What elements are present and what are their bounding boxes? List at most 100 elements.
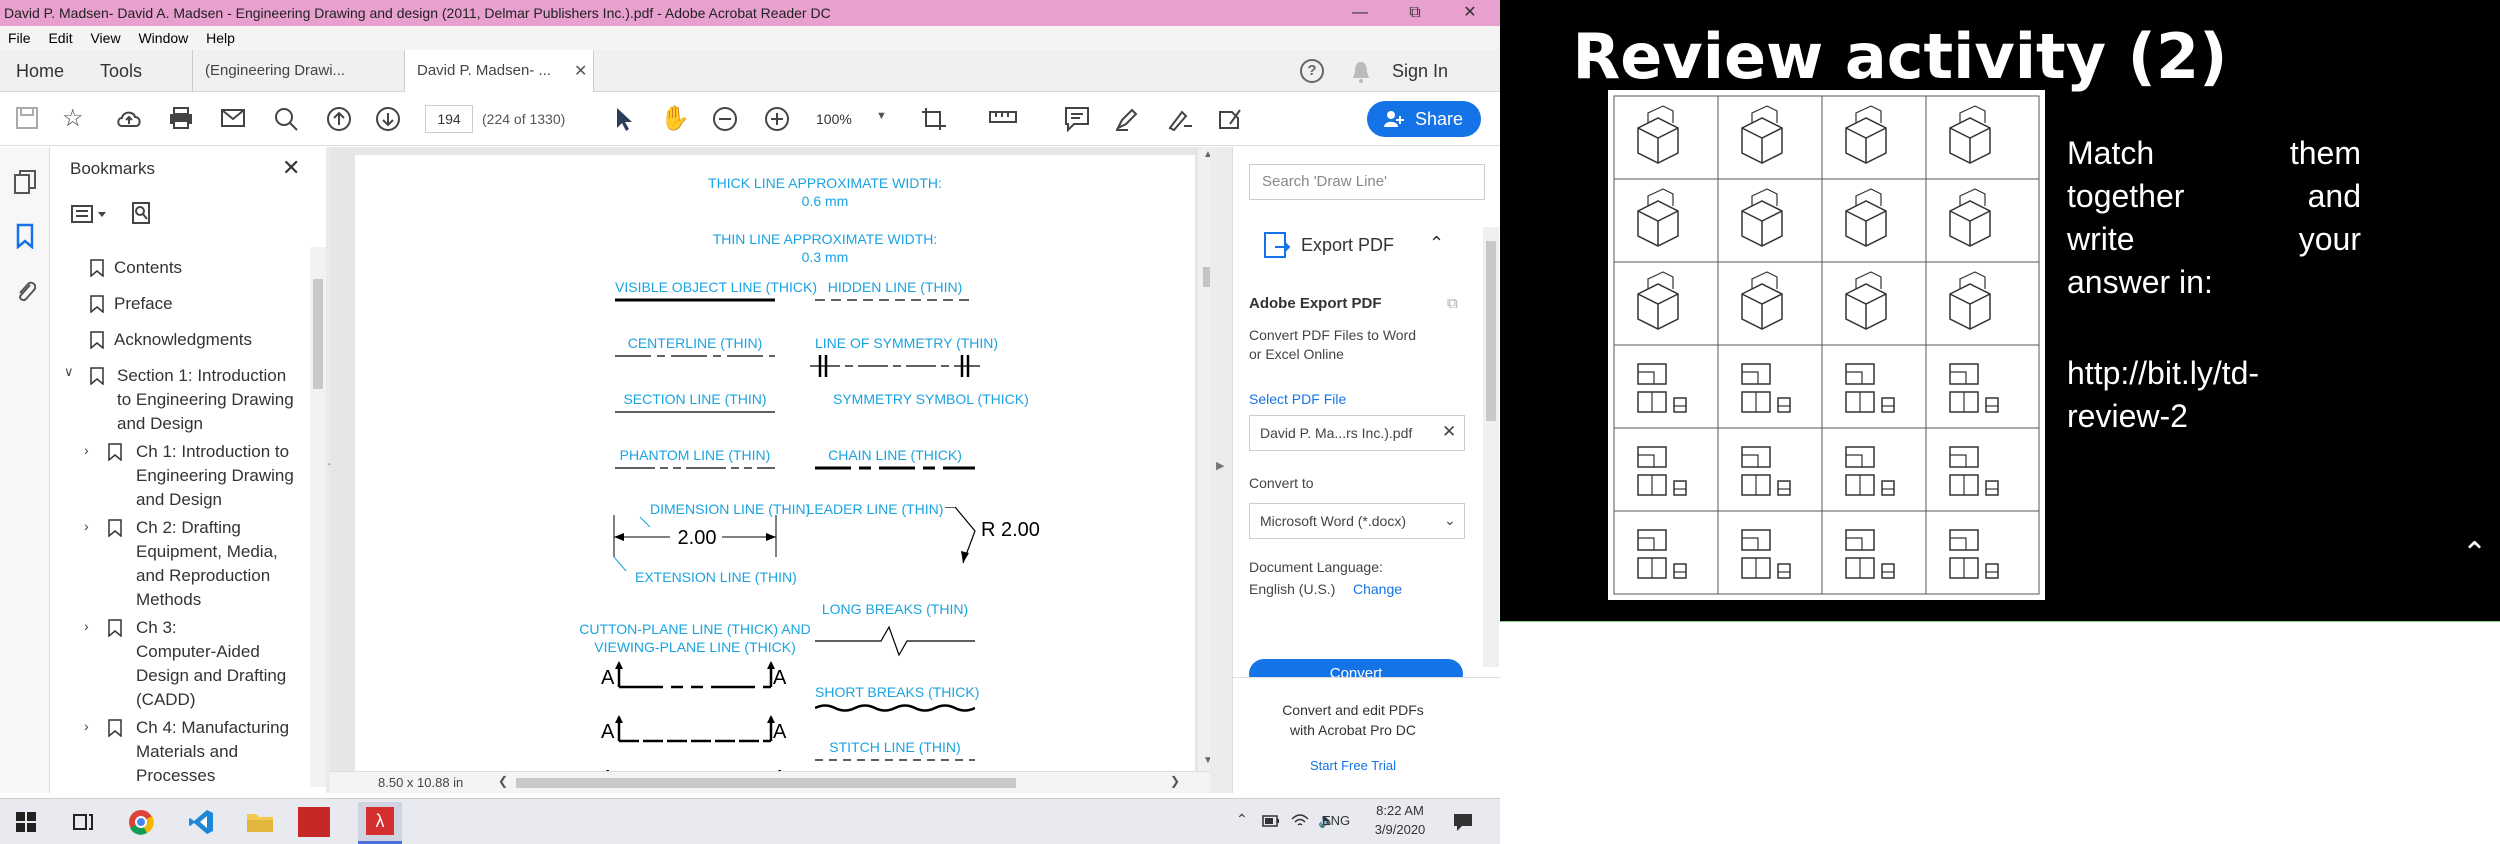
clock-date[interactable]: 3/9/2020 — [1370, 822, 1430, 837]
crop-page-icon[interactable] — [920, 106, 952, 132]
measure-icon[interactable] — [988, 109, 1018, 129]
attachment-icon[interactable] — [14, 277, 36, 303]
bookmark-star-icon[interactable]: ☆ — [62, 104, 84, 134]
tools-search-input[interactable]: Search 'Draw Line' — [1249, 164, 1485, 200]
save-icon[interactable] — [15, 106, 39, 130]
thick-line-width-value: 0.6 mm — [801, 193, 849, 209]
zoom-search-icon[interactable] — [273, 106, 299, 132]
email-icon[interactable] — [220, 108, 246, 128]
menu-help[interactable]: Help — [206, 30, 235, 46]
bookmark-ch4[interactable]: Ch 4: Manufacturing — [136, 716, 289, 740]
menu-file[interactable]: File — [8, 30, 31, 46]
clock-time[interactable]: 8:22 AM — [1370, 803, 1430, 818]
bookmark-contents[interactable]: Contents — [114, 256, 182, 280]
comment-icon[interactable] — [1064, 106, 1090, 132]
minimize-icon[interactable]: — — [1340, 0, 1380, 26]
upload-cloud-icon[interactable] — [115, 106, 143, 130]
zoom-dropdown-icon[interactable]: ▼ — [876, 110, 887, 122]
task-view-icon[interactable] — [72, 812, 94, 832]
bookmark-ch1[interactable]: Ch 1: Introduction to — [136, 440, 289, 464]
draw-sign-icon[interactable] — [1166, 106, 1194, 132]
selected-file-field[interactable]: David P. Ma...rs Inc.).pdf ✕ — [1249, 415, 1465, 451]
tray-chevron-icon[interactable]: ⌃ — [1236, 811, 1248, 828]
format-select[interactable]: Microsoft Word (*.docx) ⌄ — [1249, 503, 1465, 539]
menu-window[interactable]: Window — [138, 30, 188, 46]
bookmark-section-1[interactable]: Section 1: Introduction — [117, 364, 286, 388]
bookmark-options-icon[interactable] — [70, 203, 110, 225]
bookmarks-scrollbar-thumb[interactable] — [313, 279, 323, 389]
page-up-icon[interactable] — [326, 106, 352, 132]
print-icon[interactable] — [168, 106, 194, 130]
find-bookmark-icon[interactable] — [130, 201, 152, 225]
battery-icon[interactable] — [1262, 815, 1280, 827]
bookmark-acknowledgments[interactable]: Acknowledgments — [114, 328, 252, 352]
action-center-icon[interactable] — [1452, 812, 1474, 832]
bookmark-ch1-line2: Engineering Drawing — [136, 466, 294, 485]
zoom-out-icon[interactable] — [712, 106, 738, 132]
bookmark-ch3[interactable]: Ch 3: — [136, 616, 177, 640]
hand-tool-icon[interactable]: ✋ — [660, 104, 690, 134]
tools-pane-scrollbar[interactable] — [1483, 227, 1499, 667]
presentation-slide: Review activity (2) Match them together an… — [1500, 0, 2500, 621]
tab-document-1[interactable]: (Engineering Drawi... — [192, 50, 392, 92]
bookmark-icon — [108, 719, 122, 737]
tab-tools[interactable]: Tools — [100, 50, 142, 92]
windows-start-icon[interactable] — [16, 812, 36, 832]
tab-home[interactable]: Home — [16, 50, 64, 92]
zoom-in-icon[interactable] — [764, 106, 790, 132]
page-down-icon[interactable] — [375, 106, 401, 132]
collapse-chevron-icon[interactable]: ∨ — [64, 364, 74, 380]
export-pdf-title[interactable]: Export PDF — [1301, 235, 1394, 256]
input-language[interactable]: ENG — [1322, 813, 1350, 828]
bookmark-ch2[interactable]: Ch 2: Drafting — [136, 516, 241, 540]
media-app-icon[interactable] — [298, 807, 330, 837]
expand-chevron-icon[interactable]: › — [84, 618, 89, 634]
expand-chevron-icon[interactable]: › — [84, 518, 89, 534]
scroll-right-icon[interactable]: ❯ — [1170, 774, 1180, 788]
bookmark-ch3-line4: (CADD) — [136, 690, 196, 709]
scroll-top-chevron-icon[interactable]: ⌃ — [2462, 536, 2487, 571]
expand-chevron-icon[interactable]: › — [84, 718, 89, 734]
select-pdf-link[interactable]: Select PDF File — [1249, 391, 1346, 407]
wifi-icon[interactable] — [1290, 811, 1310, 831]
share-button[interactable]: Share — [1367, 101, 1481, 137]
sign-in-link[interactable]: Sign In — [1392, 50, 1448, 92]
selected-file-name: David P. Ma...rs Inc.).pdf — [1260, 425, 1413, 441]
viewing-plane-sample — [615, 715, 775, 743]
stitch-line-label: STITCH LINE (THIN) — [829, 739, 961, 755]
chrome-icon[interactable] — [128, 809, 154, 835]
menu-edit[interactable]: Edit — [48, 30, 72, 46]
restore-icon[interactable]: ⧉ — [1395, 0, 1435, 26]
close-panel-icon[interactable]: ✕ — [282, 155, 300, 181]
file-explorer-icon[interactable] — [246, 811, 274, 833]
doc-language-label: Document Language: — [1249, 559, 1383, 575]
select-cursor-icon[interactable] — [614, 106, 634, 132]
start-trial-link[interactable]: Start Free Trial — [1233, 758, 1473, 773]
help-icon[interactable]: ? — [1300, 59, 1324, 83]
zoom-level[interactable]: 100% — [816, 111, 852, 127]
horizontal-scrollbar-thumb[interactable] — [516, 778, 1016, 788]
menu-view[interactable]: View — [90, 30, 120, 46]
collapse-export-icon[interactable]: ⌃ — [1429, 233, 1444, 254]
acrobat-taskbar-button[interactable]: λ — [358, 802, 402, 844]
bookmarks-icon[interactable] — [15, 223, 35, 249]
scroll-left-icon[interactable]: ❮ — [498, 774, 508, 788]
vscode-icon[interactable] — [188, 809, 214, 835]
tools-pane-scrollbar-thumb[interactable] — [1486, 241, 1496, 421]
tab-document-2[interactable]: David P. Madsen- ... — [404, 50, 594, 92]
page-number-input[interactable]: 194 — [425, 105, 473, 133]
remove-file-icon[interactable]: ✕ — [1442, 422, 1456, 442]
expand-chevron-icon[interactable]: › — [84, 442, 89, 458]
visible-line-sample — [615, 298, 775, 302]
close-icon[interactable]: ✕ — [1450, 0, 1490, 26]
bookmarks-scrollbar[interactable] — [310, 247, 326, 787]
change-language-link[interactable]: Change — [1353, 581, 1402, 597]
close-tab-icon[interactable]: ✕ — [574, 61, 587, 81]
bookmark-preface[interactable]: Preface — [114, 292, 173, 316]
fill-sign-icon[interactable] — [1216, 106, 1244, 132]
highlight-pen-icon[interactable] — [1114, 106, 1140, 132]
collapse-right-pane-handle[interactable]: ▶ — [1210, 147, 1232, 793]
pages-thumbnail-icon[interactable] — [13, 169, 37, 195]
notification-bell-icon[interactable] — [1350, 60, 1372, 84]
copy-icon[interactable]: ⧉ — [1447, 295, 1458, 312]
